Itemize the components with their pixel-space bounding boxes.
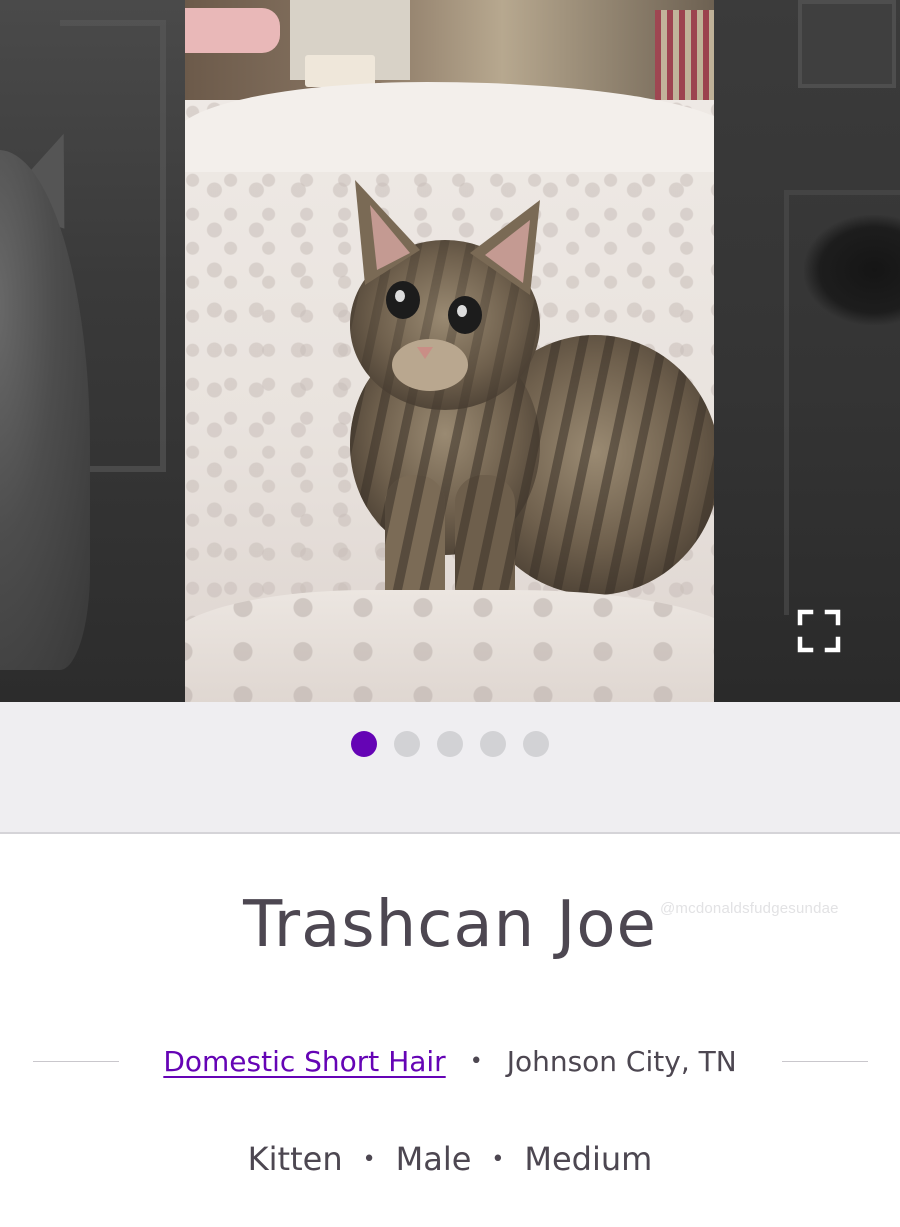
dark-plant xyxy=(804,215,900,325)
blanket-fold xyxy=(185,590,714,702)
pager-dots xyxy=(351,731,549,757)
pet-sex: Male xyxy=(395,1140,472,1178)
pet-size: Medium xyxy=(524,1140,653,1178)
pager-dot-2[interactable] xyxy=(394,731,420,757)
breed-location-row: Domestic Short Hair • Johnson City, TN xyxy=(0,1036,900,1086)
pink-pillow xyxy=(185,8,280,53)
pet-name: Trashcan Joe xyxy=(243,888,657,962)
tabby-kitten-illustration xyxy=(350,180,714,625)
pager-dot-4[interactable] xyxy=(480,731,506,757)
wall-picture-frame xyxy=(798,0,896,88)
previous-photo-peek[interactable] xyxy=(0,0,185,702)
expand-fullscreen-button[interactable] xyxy=(797,609,841,653)
separator-dot: • xyxy=(469,1048,483,1074)
expand-fullscreen-icon xyxy=(797,609,841,653)
carousel-pager xyxy=(0,702,900,834)
tabby-kitten xyxy=(295,175,714,645)
separator-dot: • xyxy=(491,1146,505,1172)
pet-age: Kitten xyxy=(247,1140,343,1178)
toy-basket xyxy=(305,55,375,87)
divider-right xyxy=(782,1061,868,1062)
divider-left xyxy=(33,1061,119,1062)
pet-attributes-row: Kitten • Male • Medium xyxy=(0,1134,900,1184)
breed-link[interactable]: Domestic Short Hair xyxy=(163,1045,445,1078)
pager-dot-5[interactable] xyxy=(523,731,549,757)
pager-dot-3[interactable] xyxy=(437,731,463,757)
pet-location: Johnson City, TN xyxy=(506,1044,737,1078)
blanket-top xyxy=(185,82,714,172)
pager-dot-1[interactable] xyxy=(351,731,377,757)
photo-carousel[interactable] xyxy=(0,0,900,702)
pet-photo-main[interactable] xyxy=(185,0,714,702)
toy-shelf xyxy=(655,10,714,100)
separator-dot: • xyxy=(362,1146,376,1172)
next-photo-peek[interactable] xyxy=(714,0,900,702)
